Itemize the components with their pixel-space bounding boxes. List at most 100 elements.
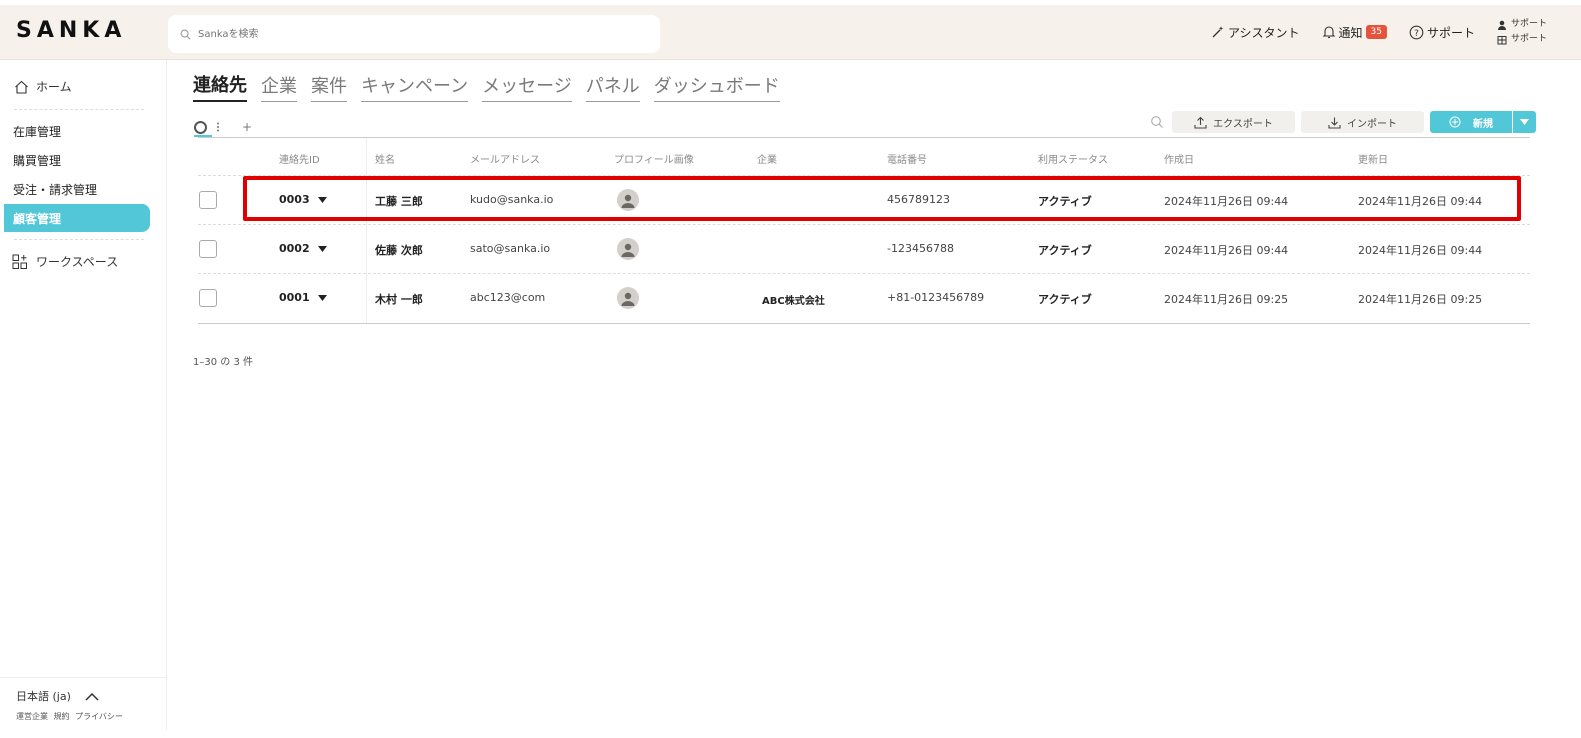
contact-phone[interactable]: +81-0123456789 bbox=[887, 291, 984, 304]
contact-name[interactable]: 佐藤 次郎 bbox=[375, 242, 423, 258]
caret-down-icon[interactable] bbox=[317, 245, 327, 252]
link-terms[interactable]: 規約 bbox=[54, 712, 70, 721]
search-icon bbox=[180, 29, 191, 39]
plus-circle-icon bbox=[1449, 116, 1461, 128]
avatar bbox=[617, 238, 639, 260]
contact-phone[interactable]: -123456788 bbox=[887, 242, 954, 255]
download-icon bbox=[1328, 117, 1341, 129]
sidebar-item-orders-billing[interactable]: 受注・請求管理 bbox=[4, 175, 145, 203]
table-bottom-border bbox=[198, 323, 1530, 324]
export-label: エクスポート bbox=[1213, 118, 1273, 130]
account-menu[interactable]: サポート サポート bbox=[1497, 17, 1547, 47]
view-circle-icon[interactable] bbox=[194, 120, 207, 134]
tab-messages[interactable]: メッセージ bbox=[482, 75, 572, 102]
language-selector[interactable]: 日本語 (ja) bbox=[16, 688, 99, 704]
new-button-main[interactable]: 新規 bbox=[1430, 111, 1512, 133]
sidebar-item-workspace[interactable]: ワークスペース bbox=[12, 253, 118, 270]
search-input[interactable] bbox=[196, 27, 640, 41]
column-header-created[interactable]: 作成日 bbox=[1164, 151, 1194, 166]
tab-dashboard[interactable]: ダッシュボード bbox=[653, 75, 780, 102]
import-button[interactable]: インポート bbox=[1301, 111, 1424, 133]
view-bar: + bbox=[194, 120, 252, 134]
sidebar-footer: 日本語 (ja) 運営企業 規約 プライバシー bbox=[0, 677, 166, 738]
assistant-label: アシスタント bbox=[1227, 25, 1300, 40]
tab-contacts[interactable]: 連絡先 bbox=[193, 74, 247, 102]
contact-company[interactable]: ABC株式会社 bbox=[762, 292, 825, 307]
column-header-profile-image[interactable]: プロフィール画像 bbox=[614, 151, 694, 166]
column-header-updated[interactable]: 更新日 bbox=[1358, 151, 1388, 166]
add-view-button[interactable]: + bbox=[242, 120, 252, 134]
user-icon bbox=[1497, 20, 1506, 30]
logo[interactable]: SANKA bbox=[16, 18, 126, 43]
tab-deals[interactable]: 案件 bbox=[311, 75, 347, 102]
contact-email[interactable]: sato@sanka.io bbox=[470, 242, 550, 255]
column-header-contact-id[interactable]: 連絡先ID bbox=[279, 151, 320, 166]
new-label: 新規 bbox=[1473, 118, 1493, 130]
chevron-up-icon bbox=[85, 692, 99, 701]
sidebar-divider bbox=[14, 109, 144, 110]
account-user-label: サポート bbox=[1510, 19, 1547, 29]
link-privacy[interactable]: プライバシー bbox=[75, 712, 123, 721]
search-bar[interactable] bbox=[168, 15, 660, 53]
new-button-dropdown[interactable] bbox=[1512, 111, 1536, 133]
upload-icon bbox=[1194, 116, 1207, 129]
contact-id[interactable]: 0002 bbox=[279, 242, 310, 255]
column-header-company[interactable]: 企業 bbox=[757, 151, 777, 166]
row-checkbox[interactable] bbox=[199, 289, 217, 307]
link-company[interactable]: 運営企業 bbox=[16, 712, 48, 721]
contact-created: 2024年11月26日 09:25 bbox=[1164, 293, 1289, 306]
caret-down-icon bbox=[1520, 119, 1529, 125]
tab-campaigns[interactable]: キャンペーン bbox=[361, 75, 469, 102]
tab-panels[interactable]: パネル bbox=[585, 75, 640, 102]
import-label: インポート bbox=[1347, 118, 1397, 130]
row-checkbox[interactable] bbox=[199, 191, 217, 209]
language-label: 日本語 (ja) bbox=[16, 690, 71, 703]
sidebar-workspace-label: ワークスペース bbox=[36, 255, 119, 269]
row-checkbox[interactable] bbox=[199, 240, 217, 258]
sidebar-item-home[interactable]: ホーム bbox=[14, 78, 72, 95]
sidebar-home-label: ホーム bbox=[36, 80, 72, 94]
support-label: サポート bbox=[1426, 25, 1475, 40]
contact-name[interactable]: 木村 一郎 bbox=[375, 291, 423, 307]
column-header-email[interactable]: メールアドレス bbox=[470, 151, 540, 166]
magic-wand-icon bbox=[1212, 26, 1224, 38]
export-button[interactable]: エクスポート bbox=[1172, 111, 1295, 133]
notification-badge: 35 bbox=[1365, 25, 1387, 39]
new-record-button[interactable]: 新規 bbox=[1430, 111, 1536, 133]
table-top-border bbox=[198, 137, 1530, 138]
contact-id-cell[interactable]: 0002 bbox=[279, 242, 327, 255]
column-header-name[interactable]: 姓名 bbox=[375, 151, 395, 166]
sidebar-item-purchasing[interactable]: 購買管理 bbox=[4, 146, 145, 174]
object-tabs: 連絡先 企業 案件 キャンペーン メッセージ パネル ダッシュボード bbox=[193, 74, 794, 102]
highlight-box bbox=[243, 176, 1521, 221]
notification-button[interactable]: 通知 35 bbox=[1322, 24, 1387, 41]
svg-text:?: ? bbox=[1414, 29, 1419, 39]
more-vertical-icon[interactable] bbox=[216, 121, 220, 133]
sidebar-divider bbox=[14, 239, 144, 240]
contact-updated: 2024年11月26日 09:25 bbox=[1358, 293, 1483, 306]
frozen-column-divider bbox=[366, 138, 367, 323]
contact-id[interactable]: 0001 bbox=[279, 291, 310, 304]
tab-companies[interactable]: 企業 bbox=[261, 75, 297, 102]
contact-email[interactable]: abc123@com bbox=[470, 291, 545, 304]
contact-created: 2024年11月26日 09:44 bbox=[1164, 244, 1289, 257]
top-header: SANKA アシスタント 通知 35 ? bbox=[0, 5, 1581, 60]
table-actions: エクスポート インポート 新規 bbox=[1150, 111, 1536, 133]
support-button[interactable]: ? サポート bbox=[1409, 24, 1475, 41]
column-header-status[interactable]: 利用ステータス bbox=[1038, 151, 1108, 166]
pagination-info: 1–30 の 3 件 bbox=[193, 357, 253, 368]
column-header-phone[interactable]: 電話番号 bbox=[887, 151, 927, 166]
help-icon: ? bbox=[1409, 25, 1424, 39]
contact-updated: 2024年11月26日 09:44 bbox=[1358, 244, 1483, 257]
row-divider bbox=[198, 273, 1530, 274]
caret-down-icon[interactable] bbox=[317, 294, 327, 301]
contact-id-cell[interactable]: 0001 bbox=[279, 291, 327, 304]
sidebar-item-inventory[interactable]: 在庫管理 bbox=[4, 117, 145, 145]
row-divider bbox=[198, 224, 1530, 225]
notification-label: 通知 bbox=[1338, 25, 1363, 40]
bell-icon bbox=[1322, 26, 1335, 39]
search-icon[interactable] bbox=[1150, 115, 1164, 129]
workspace-icon bbox=[1497, 35, 1507, 44]
sidebar-item-customers[interactable]: 顧客管理 bbox=[4, 204, 150, 232]
assistant-button[interactable]: アシスタント bbox=[1211, 24, 1300, 41]
